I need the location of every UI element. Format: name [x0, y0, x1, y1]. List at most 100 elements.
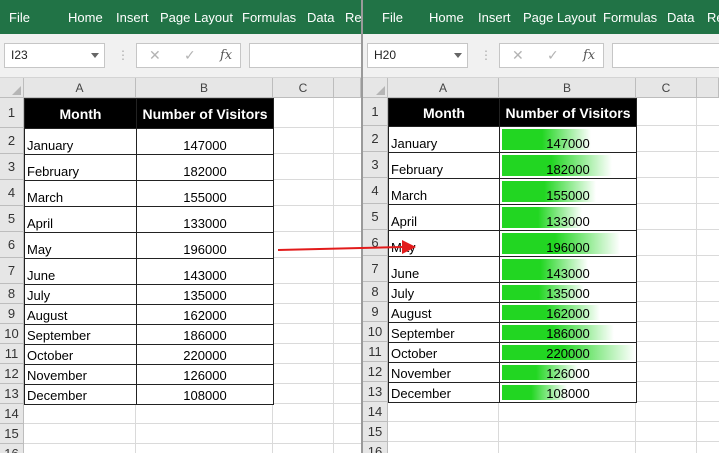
- visitors-cell[interactable]: 133000: [499, 204, 637, 231]
- column-header-a[interactable]: A: [388, 78, 499, 98]
- row-header-4[interactable]: 4: [0, 180, 24, 206]
- ribbon-tab-data[interactable]: Data: [307, 10, 334, 25]
- formula-input[interactable]: [249, 43, 361, 68]
- month-cell[interactable]: December: [388, 382, 500, 403]
- ribbon-tab-file[interactable]: File: [9, 10, 30, 25]
- visitors-cell[interactable]: 196000: [136, 232, 274, 259]
- row-header-15[interactable]: 15: [0, 424, 24, 444]
- ribbon-tab-insert[interactable]: Insert: [116, 10, 149, 25]
- row-header-14[interactable]: 14: [363, 402, 388, 422]
- month-cell[interactable]: September: [388, 322, 500, 343]
- ribbon-tab-formulas[interactable]: Formulas: [242, 10, 296, 25]
- visitors-cell[interactable]: 155000: [499, 178, 637, 205]
- cancel-icon[interactable]: ✕: [512, 47, 524, 64]
- column-header-d[interactable]: [334, 78, 361, 98]
- row-header-5[interactable]: 5: [0, 206, 24, 232]
- month-cell[interactable]: January: [388, 126, 500, 153]
- row-header-11[interactable]: 11: [363, 342, 388, 362]
- month-cell[interactable]: June: [388, 256, 500, 283]
- visitors-cell[interactable]: 135000: [136, 284, 274, 305]
- select-all-corner[interactable]: [363, 78, 388, 98]
- cancel-icon[interactable]: ✕: [149, 47, 161, 64]
- row-header-14[interactable]: 14: [0, 404, 24, 424]
- row-header-1[interactable]: 1: [363, 98, 388, 126]
- column-header-c[interactable]: C: [636, 78, 697, 98]
- row-header-13[interactable]: 13: [0, 384, 24, 404]
- row-header-6[interactable]: 6: [363, 230, 388, 256]
- chevron-down-icon[interactable]: [454, 53, 462, 58]
- row-header-10[interactable]: 10: [363, 322, 388, 342]
- row-header-4[interactable]: 4: [363, 178, 388, 204]
- month-cell[interactable]: February: [24, 154, 137, 181]
- column-header-d[interactable]: [697, 78, 719, 98]
- row-header-13[interactable]: 13: [363, 382, 388, 402]
- visitors-cell[interactable]: 108000: [499, 382, 637, 403]
- row-header-5[interactable]: 5: [363, 204, 388, 230]
- visitors-cell[interactable]: 186000: [499, 322, 637, 343]
- month-cell[interactable]: September: [24, 324, 137, 345]
- name-box[interactable]: H20: [367, 43, 468, 68]
- row-header-2[interactable]: 2: [363, 126, 388, 152]
- ribbon-tab-re[interactable]: Re: [707, 10, 719, 25]
- visitors-cell[interactable]: 186000: [136, 324, 274, 345]
- row-header-8[interactable]: 8: [0, 284, 24, 304]
- visitors-cell[interactable]: 182000: [499, 152, 637, 179]
- month-cell[interactable]: October: [388, 342, 500, 363]
- row-header-7[interactable]: 7: [0, 258, 24, 284]
- row-header-9[interactable]: 9: [363, 302, 388, 322]
- ribbon-tab-insert[interactable]: Insert: [478, 10, 511, 25]
- row-header-12[interactable]: 12: [363, 362, 388, 382]
- month-cell[interactable]: January: [24, 128, 137, 155]
- visitors-cell[interactable]: 220000: [136, 344, 274, 365]
- month-cell[interactable]: August: [24, 304, 137, 325]
- table-header-month[interactable]: Month: [388, 98, 500, 127]
- enter-icon[interactable]: ✓: [184, 47, 196, 64]
- visitors-cell[interactable]: 147000: [499, 126, 637, 153]
- table-header-month[interactable]: Month: [24, 98, 137, 129]
- ribbon-tab-file[interactable]: File: [382, 10, 403, 25]
- month-cell[interactable]: June: [24, 258, 137, 285]
- insert-function-icon[interactable]: fx: [220, 47, 232, 64]
- column-header-b[interactable]: B: [136, 78, 273, 98]
- table-header-visitors[interactable]: Number of Visitors: [499, 98, 637, 127]
- month-cell[interactable]: November: [388, 362, 500, 383]
- month-cell[interactable]: April: [24, 206, 137, 233]
- ribbon-tab-home[interactable]: Home: [429, 10, 464, 25]
- select-all-corner[interactable]: [0, 78, 24, 98]
- row-header-9[interactable]: 9: [0, 304, 24, 324]
- ribbon-tab-page-layout[interactable]: Page Layout: [523, 10, 596, 25]
- column-header-b[interactable]: B: [499, 78, 636, 98]
- column-header-a[interactable]: A: [24, 78, 136, 98]
- month-cell[interactable]: May: [388, 230, 500, 257]
- visitors-cell[interactable]: 133000: [136, 206, 274, 233]
- month-cell[interactable]: November: [24, 364, 137, 385]
- row-header-12[interactable]: 12: [0, 364, 24, 384]
- ribbon-tab-page-layout[interactable]: Page Layout: [160, 10, 233, 25]
- row-header-15[interactable]: 15: [363, 422, 388, 442]
- visitors-cell[interactable]: 126000: [136, 364, 274, 385]
- month-cell[interactable]: August: [388, 302, 500, 323]
- visitors-cell[interactable]: 126000: [499, 362, 637, 383]
- month-cell[interactable]: October: [24, 344, 137, 365]
- ribbon-tab-home[interactable]: Home: [68, 10, 103, 25]
- row-header-1[interactable]: 1: [0, 98, 24, 128]
- row-header-6[interactable]: 6: [0, 232, 24, 258]
- formula-input[interactable]: [612, 43, 719, 68]
- visitors-cell[interactable]: 220000: [499, 342, 637, 363]
- row-header-7[interactable]: 7: [363, 256, 388, 282]
- ribbon-tab-re[interactable]: Re: [345, 10, 361, 25]
- row-header-10[interactable]: 10: [0, 324, 24, 344]
- visitors-cell[interactable]: 147000: [136, 128, 274, 155]
- ribbon-tab-formulas[interactable]: Formulas: [603, 10, 657, 25]
- row-header-11[interactable]: 11: [0, 344, 24, 364]
- visitors-cell[interactable]: 155000: [136, 180, 274, 207]
- visitors-cell[interactable]: 143000: [136, 258, 274, 285]
- month-cell[interactable]: April: [388, 204, 500, 231]
- ribbon-tab-data[interactable]: Data: [667, 10, 694, 25]
- row-header-2[interactable]: 2: [0, 128, 24, 154]
- visitors-cell[interactable]: 162000: [499, 302, 637, 323]
- worksheet-grid[interactable]: ABC12345678910111213141516MonthNumber of…: [0, 78, 361, 453]
- name-box[interactable]: I23: [4, 43, 105, 68]
- row-header-16[interactable]: 16: [363, 442, 388, 453]
- column-header-c[interactable]: C: [273, 78, 334, 98]
